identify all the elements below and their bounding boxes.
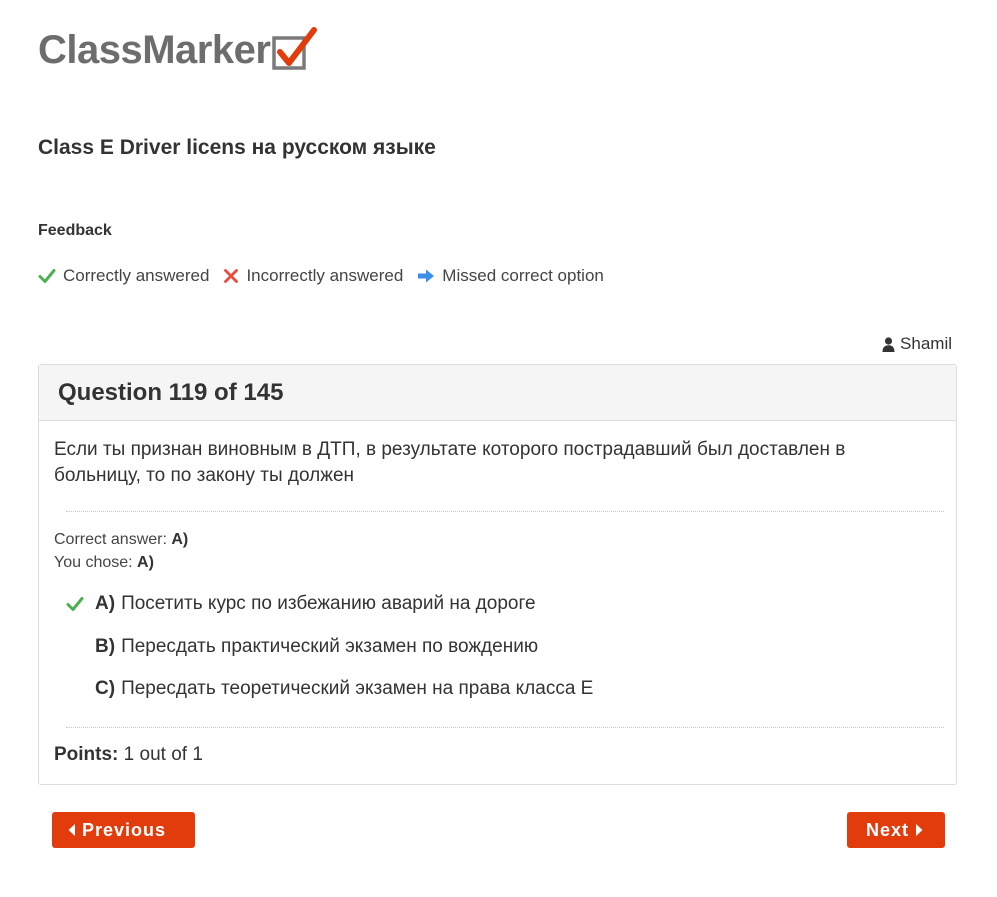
logo-checkmark-icon: [272, 26, 318, 72]
next-button-label: Next: [866, 819, 910, 840]
legend-incorrect-label: Incorrectly answered: [246, 266, 404, 285]
option-c-letter: C): [95, 678, 116, 699]
correct-answer-value: A): [171, 531, 189, 548]
option-c: C) Пересдать теоретический экзамен на пр…: [66, 678, 593, 700]
option-a: A) Посетить курс по избежанию аварий на …: [66, 593, 536, 615]
legend-correct: Correctly answered: [38, 266, 209, 286]
correct-answer-label: Correct answer:: [54, 531, 167, 548]
chosen-answer-info: You chose: A): [54, 554, 154, 572]
question-panel-header: Question 119 of 145: [39, 365, 956, 421]
option-b: B) Пересдать практический экзамен по вож…: [66, 636, 538, 658]
logo-text: ClassMarker: [38, 28, 271, 72]
correct-answer-info: Correct answer: A): [54, 531, 188, 549]
legend-missed: Missed correct option: [417, 266, 604, 286]
page: ClassMarker Class E Driver licens на рус…: [0, 0, 997, 897]
question-panel: Question 119 of 145 Если ты признан вино…: [38, 364, 957, 785]
feedback-heading: Feedback: [38, 222, 112, 239]
divider: [66, 511, 944, 512]
divider: [66, 727, 944, 728]
check-icon: [66, 597, 84, 611]
next-button[interactable]: Next: [847, 812, 945, 848]
legend-correct-label: Correctly answered: [63, 266, 210, 285]
points-info: Points: 1 out of 1: [54, 744, 203, 766]
user-name: Shamil: [900, 334, 952, 353]
option-a-text: Посетить курс по избежанию аварий на дор…: [121, 593, 536, 614]
feedback-legend: Correctly answered Incorrectly answered …: [38, 266, 618, 286]
previous-button-label: Previous: [82, 819, 167, 840]
chosen-answer-value: A): [137, 554, 154, 571]
user-label: Shamil: [882, 334, 952, 354]
quiz-title: Class E Driver licens на русском языке: [38, 136, 436, 159]
cross-icon: [224, 269, 239, 283]
arrow-right-icon: [418, 269, 435, 283]
points-label: Points:: [54, 744, 119, 765]
caret-left-icon: [68, 824, 75, 836]
option-b-letter: B): [95, 636, 116, 657]
chosen-answer-label: You chose:: [54, 554, 133, 571]
caret-right-icon: [916, 824, 923, 836]
option-a-mark: [66, 596, 95, 612]
previous-button[interactable]: Previous: [52, 812, 195, 848]
check-icon: [38, 269, 56, 283]
option-a-letter: A): [95, 593, 116, 614]
classmarker-logo: ClassMarker: [38, 22, 318, 72]
option-c-text: Пересдать теоретический экзамен на права…: [121, 678, 594, 699]
points-value: 1 out of 1: [123, 744, 203, 765]
legend-missed-label: Missed correct option: [442, 266, 604, 285]
question-number: Question 119 of 145: [58, 378, 284, 406]
user-icon: [882, 336, 895, 352]
question-text: Если ты признан виновным в ДТП, в резуль…: [54, 439, 846, 486]
legend-incorrect: Incorrectly answered: [223, 266, 403, 286]
option-b-text: Пересдать практический экзамен по вожден…: [121, 636, 539, 657]
